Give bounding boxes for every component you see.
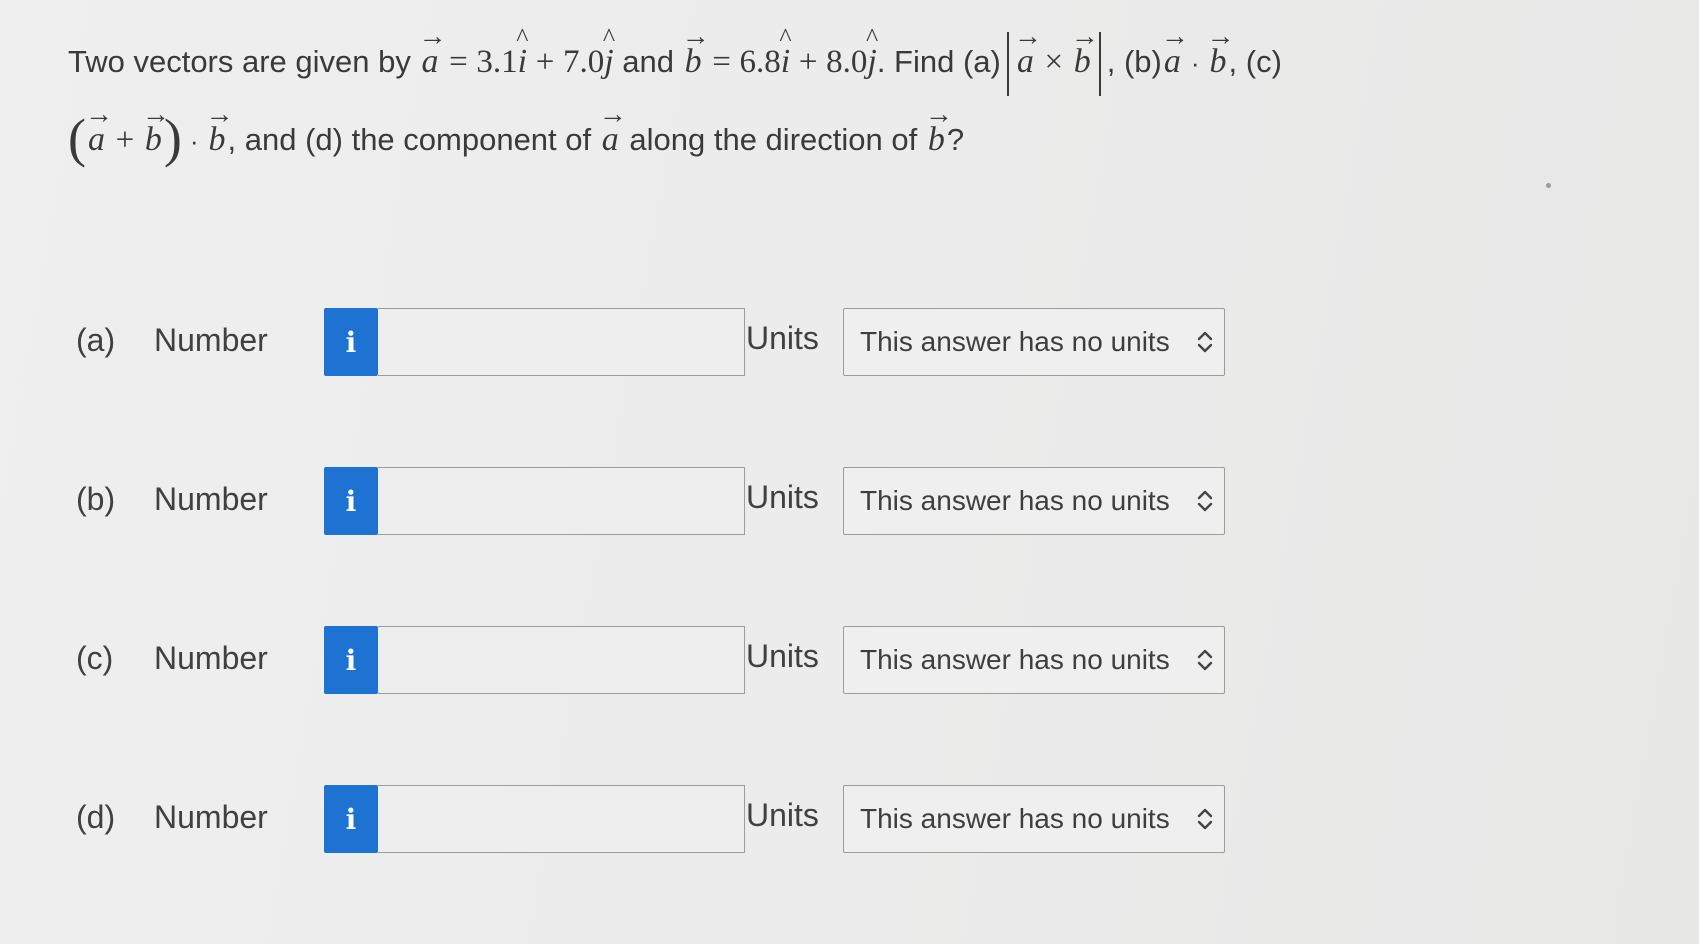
units-select-a[interactable]: This answer has no units <box>843 308 1225 376</box>
b-x-coefficient: 6.8 <box>739 44 781 80</box>
vector-a: → a <box>84 99 113 158</box>
number-label: Number <box>154 322 268 358</box>
units-select-c[interactable]: This answer has no units <box>843 626 1225 694</box>
vector-arrow-icon: → <box>1013 21 1042 52</box>
units-selected-value: This answer has no units <box>860 644 1170 675</box>
equals-sign: = <box>712 44 731 80</box>
vector-b: → b <box>681 21 710 80</box>
a-x-coefficient: 3.1 <box>476 44 518 80</box>
part-d-text: , and (d) the component of <box>227 122 592 157</box>
absolute-value-bar-left <box>1006 31 1009 96</box>
vector-b: → b <box>1206 21 1235 80</box>
vector-a: → a <box>418 21 447 80</box>
vector-a: → a <box>1013 21 1042 80</box>
chevron-up-down-icon <box>1186 322 1224 362</box>
vector-arrow-icon: → <box>1070 21 1099 52</box>
number-label: Number <box>154 481 268 517</box>
a-y-coefficient: 7.0 <box>562 44 605 80</box>
number-label: Number <box>154 640 268 676</box>
number-input-d[interactable] <box>378 785 745 853</box>
plus-sign: + <box>115 122 135 158</box>
answer-row-b: (b) Number i Units This answer has no un… <box>76 467 1256 537</box>
absolute-value-bar-right <box>1098 31 1101 96</box>
vector-b: → b <box>205 99 234 158</box>
hat-icon: ^ <box>602 23 616 52</box>
part-b-text: , (b) <box>1106 44 1162 79</box>
vector-arrow-icon: → <box>681 21 710 52</box>
info-icon[interactable]: i <box>324 308 378 376</box>
question-line-2: (→ a + → b) · → b, and (d) the component of →… <box>68 100 1588 176</box>
hat-icon: ^ <box>865 23 879 52</box>
units-label: Units <box>746 797 819 833</box>
chevron-up-down-icon <box>1186 640 1224 680</box>
dot-product-sign: · <box>189 126 199 156</box>
question-intro: Two vectors are given by <box>68 44 411 79</box>
part-label: (d) <box>76 799 116 835</box>
unit-vector-j: ^ j <box>865 23 879 80</box>
answer-row-a: (a) Number i Units This answer has no un… <box>76 308 1256 378</box>
unit-vector-i: ^ i <box>779 23 792 80</box>
cross-product-sign: × <box>1044 44 1064 80</box>
vector-b: → b <box>1070 21 1099 80</box>
question-line-1: Two vectors are given by → a = 3.1 ^ i + 7.… <box>68 21 1588 100</box>
vector-a: → a <box>1160 21 1189 80</box>
vector-arrow-icon: → <box>1160 21 1189 52</box>
vector-b: → b <box>924 99 953 158</box>
equals-sign: = <box>449 44 468 80</box>
info-icon[interactable]: i <box>324 626 378 694</box>
b-y-coefficient: 8.0 <box>826 44 868 80</box>
vector-arrow-icon: → <box>418 21 447 52</box>
along-direction-text: along the direction of <box>629 122 918 157</box>
plus-sign: + <box>535 44 555 80</box>
answer-row-c: (c) Number i Units This answer has no un… <box>76 626 1256 696</box>
hat-icon: ^ <box>779 23 792 52</box>
units-label: Units <box>746 638 819 674</box>
question-text: Two vectors are given by → a = 3.1 ^ i + 7.… <box>68 21 1588 176</box>
dot-product-sign: · <box>1190 48 1200 78</box>
vector-arrow-icon: → <box>84 99 113 130</box>
vector-arrow-icon: → <box>1206 21 1235 52</box>
plus-sign: + <box>798 44 818 80</box>
vector-arrow-icon: → <box>598 99 627 130</box>
number-label: Number <box>154 799 268 835</box>
vector-arrow-icon: → <box>205 99 234 130</box>
find-part-a-text: . Find (a) <box>876 44 1001 79</box>
vector-arrow-icon: → <box>924 99 953 130</box>
hat-icon: ^ <box>516 23 529 52</box>
open-paren: ( <box>68 108 86 168</box>
part-c-text: , (c) <box>1228 44 1282 79</box>
vector-a: → a <box>598 99 627 158</box>
unit-vector-i: ^ i <box>516 23 529 80</box>
units-select-b[interactable]: This answer has no units <box>843 467 1225 535</box>
chevron-up-down-icon <box>1186 481 1224 521</box>
info-icon[interactable]: i <box>324 467 378 535</box>
number-input-a[interactable] <box>378 308 745 376</box>
units-select-d[interactable]: This answer has no units <box>843 785 1225 853</box>
units-selected-value: This answer has no units <box>860 326 1170 357</box>
part-label: (a) <box>76 322 116 358</box>
part-label: (c) <box>76 640 114 676</box>
number-input-b[interactable] <box>378 467 745 535</box>
vector-b: → b <box>141 99 170 158</box>
answer-row-d: (d) Number i Units This answer has no un… <box>76 785 1256 855</box>
and-text: and <box>622 44 675 79</box>
info-icon[interactable]: i <box>324 785 378 853</box>
unit-vector-j: ^ j <box>602 23 616 80</box>
units-label: Units <box>746 479 819 515</box>
chevron-up-down-icon <box>1186 799 1224 839</box>
vector-arrow-icon: → <box>141 99 170 130</box>
units-label: Units <box>746 320 819 356</box>
units-selected-value: This answer has no units <box>860 803 1170 834</box>
part-label: (b) <box>76 481 116 517</box>
dust-speck <box>1546 183 1551 188</box>
units-selected-value: This answer has no units <box>860 485 1170 516</box>
number-input-c[interactable] <box>378 626 745 694</box>
